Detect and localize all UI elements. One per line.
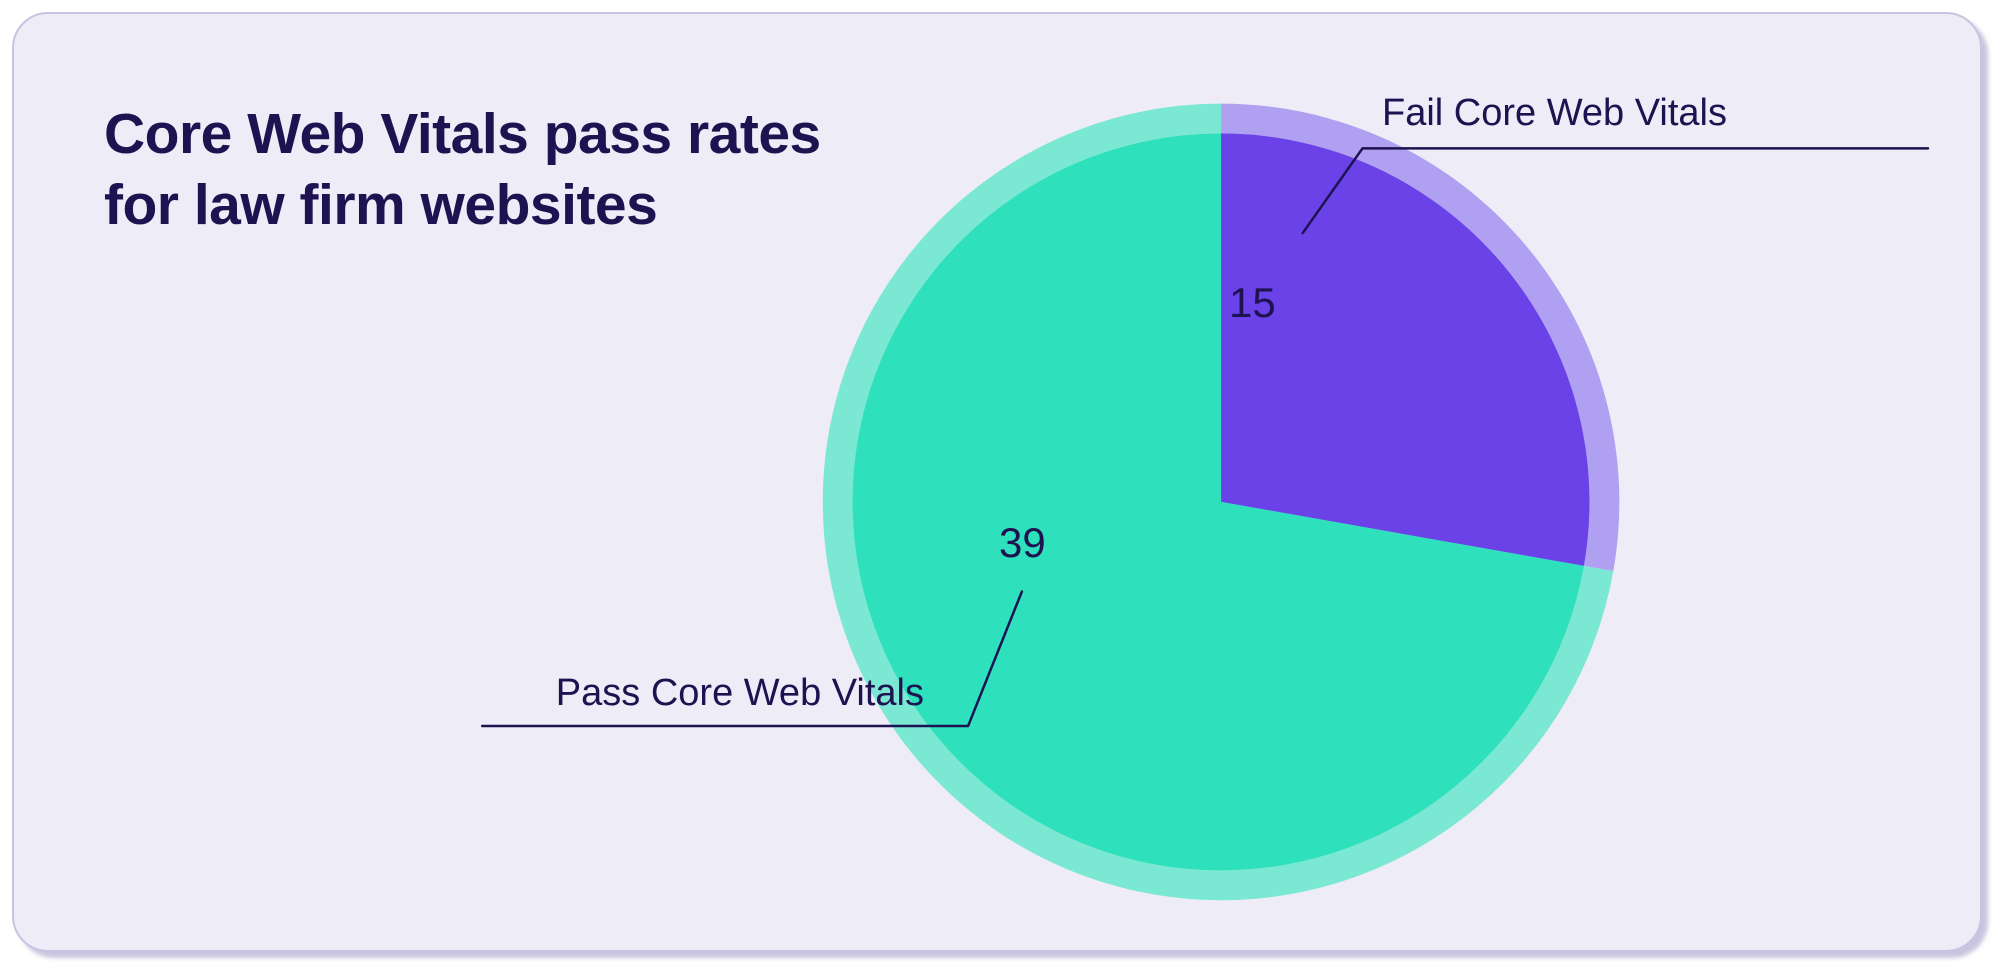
pie-slice-fail [1221, 133, 1589, 565]
value-pass: 39 [999, 519, 1046, 567]
pie-slice-pass [853, 133, 1584, 870]
pie-slice-fail-halo [1221, 104, 1619, 571]
label-pass: Pass Core Web Vitals [484, 672, 924, 715]
chart-card: Core Web Vitals pass rates for law firm … [12, 12, 1982, 952]
chart-title: Core Web Vitals pass rates for law firm … [104, 99, 824, 242]
pie-slice-pass-halo [823, 104, 1614, 901]
label-fail: Fail Core Web Vitals [1382, 92, 1727, 135]
value-fail: 15 [1229, 279, 1276, 327]
leader-line-fail [1303, 148, 1928, 233]
